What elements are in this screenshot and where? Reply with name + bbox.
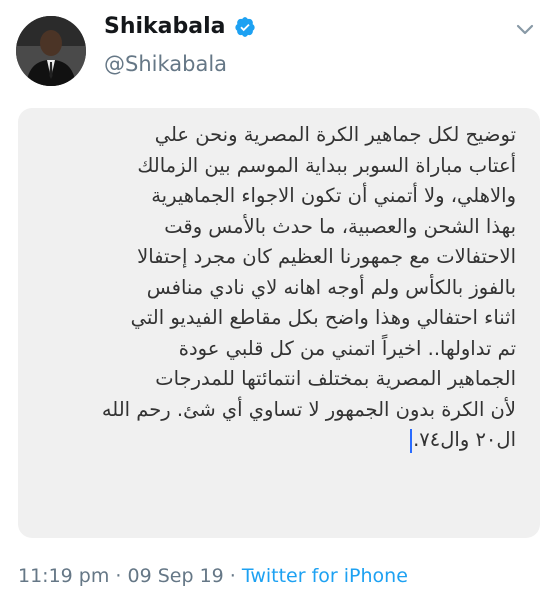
note-text: توضيح لكل جماهير الكرة المصرية ونحن علي … <box>44 120 516 456</box>
note-line: أعتاب مباراة السوبر ببداية الموسم بين ال… <box>137 153 516 177</box>
avatar[interactable] <box>16 16 86 86</box>
tweet-time[interactable]: 11:19 pm <box>18 565 109 587</box>
note-line: بالفوز بالكأس ولم أوجه اهانه لاي نادي من… <box>146 275 516 299</box>
text-note-image[interactable]: توضيح لكل جماهير الكرة المصرية ونحن علي … <box>18 108 540 538</box>
display-name[interactable]: Shikabala <box>104 14 256 39</box>
display-name-text[interactable]: Shikabala <box>104 14 226 39</box>
chevron-down-icon[interactable] <box>514 18 536 40</box>
tweet-metadata: 11:19 pm · 09 Sep 19 · Twitter for iPhon… <box>18 565 408 587</box>
tweet-source-link[interactable]: Twitter for iPhone <box>242 565 408 587</box>
note-line: تم تداولها.. اخيراً اتمني من كل قلبي عود… <box>178 336 516 360</box>
text-cursor <box>410 428 413 453</box>
note-line: توضيح لكل جماهير الكرة المصرية ونحن علي <box>154 123 516 146</box>
note-line: الاحتفالات مع جمهورنا العظيم كان مجرد إح… <box>137 245 516 268</box>
note-line: بهذا الشحن والعصبية، ما حدث بالأمس وقت <box>164 214 516 238</box>
meta-separator: · <box>223 565 242 587</box>
note-line: لأن الكرة بدون الجمهور لا تساوي أي شئ. ر… <box>101 397 516 421</box>
verified-badge-icon <box>234 16 256 38</box>
tweet-date[interactable]: 09 Sep 19 <box>128 565 224 587</box>
meta-separator: · <box>109 565 128 587</box>
note-line: اثناء احتفالي وهذا واضح بكل مقاطع الفيدي… <box>130 306 516 329</box>
note-line: ال٢٠ وال٧٤. <box>413 428 516 451</box>
note-line: الجماهير المصرية بمختلف انتمائتها للمدرج… <box>155 367 516 390</box>
note-last-line: ال٢٠ وال٧٤. <box>44 425 516 456</box>
tweet-header: Shikabala @Shikabala <box>0 0 556 100</box>
handle[interactable]: @Shikabala <box>104 52 227 76</box>
note-line: والاهلي، ولا أتمني أن تكون الاجواء الجما… <box>151 184 516 207</box>
